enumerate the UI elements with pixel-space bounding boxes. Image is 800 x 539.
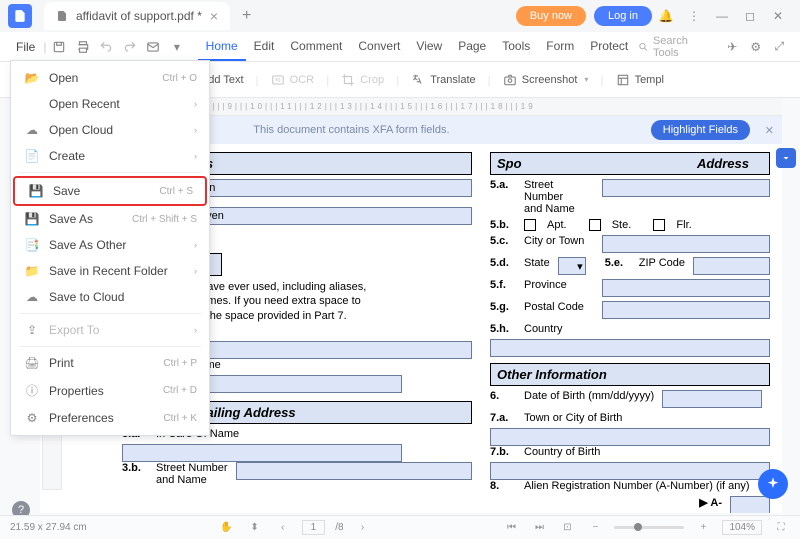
ocr-button[interactable]: OCR xyxy=(263,68,322,92)
checkbox-ste[interactable] xyxy=(589,219,601,231)
field-1a[interactable]: ohn xyxy=(192,179,472,197)
search-icon xyxy=(638,41,649,53)
menu-open-recent[interactable]: Open Recent› xyxy=(11,91,209,117)
crop-button[interactable]: Crop xyxy=(333,68,392,92)
field-5e[interactable] xyxy=(693,257,770,275)
menu-save-as-other[interactable]: 📑Save As Other› xyxy=(11,232,209,258)
side-download-button[interactable] xyxy=(776,148,796,168)
menu-save-as[interactable]: 💾Save AsCtrl + Shift + S xyxy=(11,206,209,232)
expand-icon[interactable]: ⤢ xyxy=(769,35,791,59)
zoom-level[interactable]: 104% xyxy=(722,520,762,535)
send-icon[interactable]: ✈ xyxy=(721,35,743,59)
zoom-in-icon[interactable]: + xyxy=(694,522,712,533)
main-nav: Home Edit Comment Convert View Page Tool… xyxy=(198,33,637,61)
hand-mode-icon[interactable]: ✋ xyxy=(218,522,236,533)
page-total: /8 xyxy=(335,522,343,533)
field-5f[interactable] xyxy=(602,279,770,297)
field-3a[interactable] xyxy=(122,444,402,462)
new-tab-button[interactable]: + xyxy=(242,7,251,25)
print-icon[interactable] xyxy=(72,35,94,59)
save-icon[interactable] xyxy=(48,35,70,59)
assistant-fab[interactable] xyxy=(758,469,788,499)
field-5c[interactable] xyxy=(602,235,770,253)
fit-page-icon[interactable]: ⊡ xyxy=(558,522,576,533)
menu-open[interactable]: 📂OpenCtrl + O xyxy=(11,65,209,91)
form-column-right: SpoAddress 5.a.Street Number and Name 5.… xyxy=(490,152,770,505)
menu-create[interactable]: 📄Create› xyxy=(11,143,209,169)
undo-icon[interactable] xyxy=(96,35,118,59)
settings-icon[interactable]: ⚙ xyxy=(745,35,767,59)
tab-home[interactable]: Home xyxy=(198,33,246,61)
customize-icon[interactable]: ▾ xyxy=(166,35,188,59)
zoom-out-icon[interactable]: − xyxy=(586,522,604,533)
tab-comment[interactable]: Comment xyxy=(282,33,350,61)
document-tab[interactable]: affidavit of support.pdf * × xyxy=(44,2,230,30)
mail-icon[interactable] xyxy=(143,35,165,59)
redo-icon[interactable] xyxy=(119,35,141,59)
status-bar: 21.59 x 27.94 cm ✋ ⬍ ‹ 1 /8 › ⏮ ⏭ ⊡ − + … xyxy=(0,515,800,539)
instruction-text: u have ever used, including aliases, :na… xyxy=(192,280,472,337)
field-5h[interactable] xyxy=(490,339,770,357)
field-1b[interactable]: teven xyxy=(192,207,472,225)
minimize-icon[interactable]: — xyxy=(708,2,736,30)
file-menu-dropdown: 📂OpenCtrl + O Open Recent› ☁Open Cloud› … xyxy=(10,60,210,436)
field-3b[interactable] xyxy=(236,462,472,480)
page-dimensions: 21.59 x 27.94 cm xyxy=(10,522,87,533)
tab-convert[interactable]: Convert xyxy=(350,33,408,61)
next-page-icon[interactable]: › xyxy=(354,522,372,533)
translate-button[interactable]: Translate xyxy=(403,68,483,92)
menu-open-cloud[interactable]: ☁Open Cloud› xyxy=(11,117,209,143)
last-page-icon[interactable]: ⏭ xyxy=(530,522,548,533)
tab-form[interactable]: Form xyxy=(538,33,582,61)
banner-close-icon[interactable]: ✕ xyxy=(765,124,774,137)
checkbox-apt[interactable] xyxy=(524,219,536,231)
fullscreen-icon[interactable]: ⛶ xyxy=(772,522,790,533)
notify-icon[interactable]: 🔔 xyxy=(652,2,680,30)
menu-print[interactable]: 🖨PrintCtrl + P xyxy=(11,350,209,376)
field-8[interactable] xyxy=(730,496,770,513)
prev-page-icon[interactable]: ‹ xyxy=(274,522,292,533)
highlight-fields-button[interactable]: Highlight Fields xyxy=(651,120,750,140)
checkbox-flr[interactable] xyxy=(653,219,665,231)
close-window-icon[interactable]: ✕ xyxy=(764,2,792,30)
menu-properties[interactable]: ⓘPropertiesCtrl + D xyxy=(11,376,209,405)
maximize-icon[interactable]: ◻ xyxy=(736,2,764,30)
menu-save[interactable]: 💾SaveCtrl + S xyxy=(13,176,207,206)
field-6[interactable] xyxy=(662,390,762,408)
zoom-slider[interactable] xyxy=(614,526,684,529)
field-2b[interactable] xyxy=(192,341,472,359)
page-number-input[interactable]: 1 xyxy=(302,520,326,535)
menu-save-recent-folder[interactable]: 📁Save in Recent Folder› xyxy=(11,258,209,284)
menu-preferences[interactable]: ⚙PreferencesCtrl + K xyxy=(11,405,209,431)
field-7a[interactable] xyxy=(490,428,770,446)
buy-now-button[interactable]: Buy now xyxy=(516,6,586,26)
menu-bar: File | ▾ Home Edit Comment Convert View … xyxy=(0,32,800,62)
file-icon xyxy=(56,10,68,22)
screenshot-button[interactable]: Screenshot▾ xyxy=(495,68,597,92)
menu-export[interactable]: ⇪Export To› xyxy=(11,317,209,343)
select-mode-icon[interactable]: ⬍ xyxy=(246,522,264,533)
template-button[interactable]: Templ xyxy=(608,68,672,92)
field-5g[interactable] xyxy=(602,301,770,319)
tab-protect[interactable]: Protect xyxy=(582,33,636,61)
kebab-icon[interactable]: ⋮ xyxy=(680,2,708,30)
tab-title: affidavit of support.pdf * xyxy=(76,9,202,23)
app-logo xyxy=(8,4,32,28)
tab-view[interactable]: View xyxy=(408,33,450,61)
tab-page[interactable]: Page xyxy=(450,33,494,61)
field-7b[interactable] xyxy=(490,462,770,480)
section-header-other: Other Information xyxy=(490,363,770,386)
search-tools[interactable]: Search Tools xyxy=(638,35,709,59)
select-state[interactable]: ▾ xyxy=(558,257,586,275)
tab-close-icon[interactable]: × xyxy=(210,8,218,24)
section-header-addr: SpoAddress xyxy=(490,152,770,175)
tab-edit[interactable]: Edit xyxy=(246,33,283,61)
tab-tools[interactable]: Tools xyxy=(494,33,538,61)
field-5a[interactable] xyxy=(602,179,770,197)
menu-save-cloud[interactable]: ☁Save to Cloud xyxy=(11,284,209,310)
file-menu[interactable]: File xyxy=(10,36,41,58)
title-bar: affidavit of support.pdf * × + Buy now L… xyxy=(0,0,800,32)
first-page-icon[interactable]: ⏮ xyxy=(502,522,520,533)
login-button[interactable]: Log in xyxy=(594,6,652,26)
